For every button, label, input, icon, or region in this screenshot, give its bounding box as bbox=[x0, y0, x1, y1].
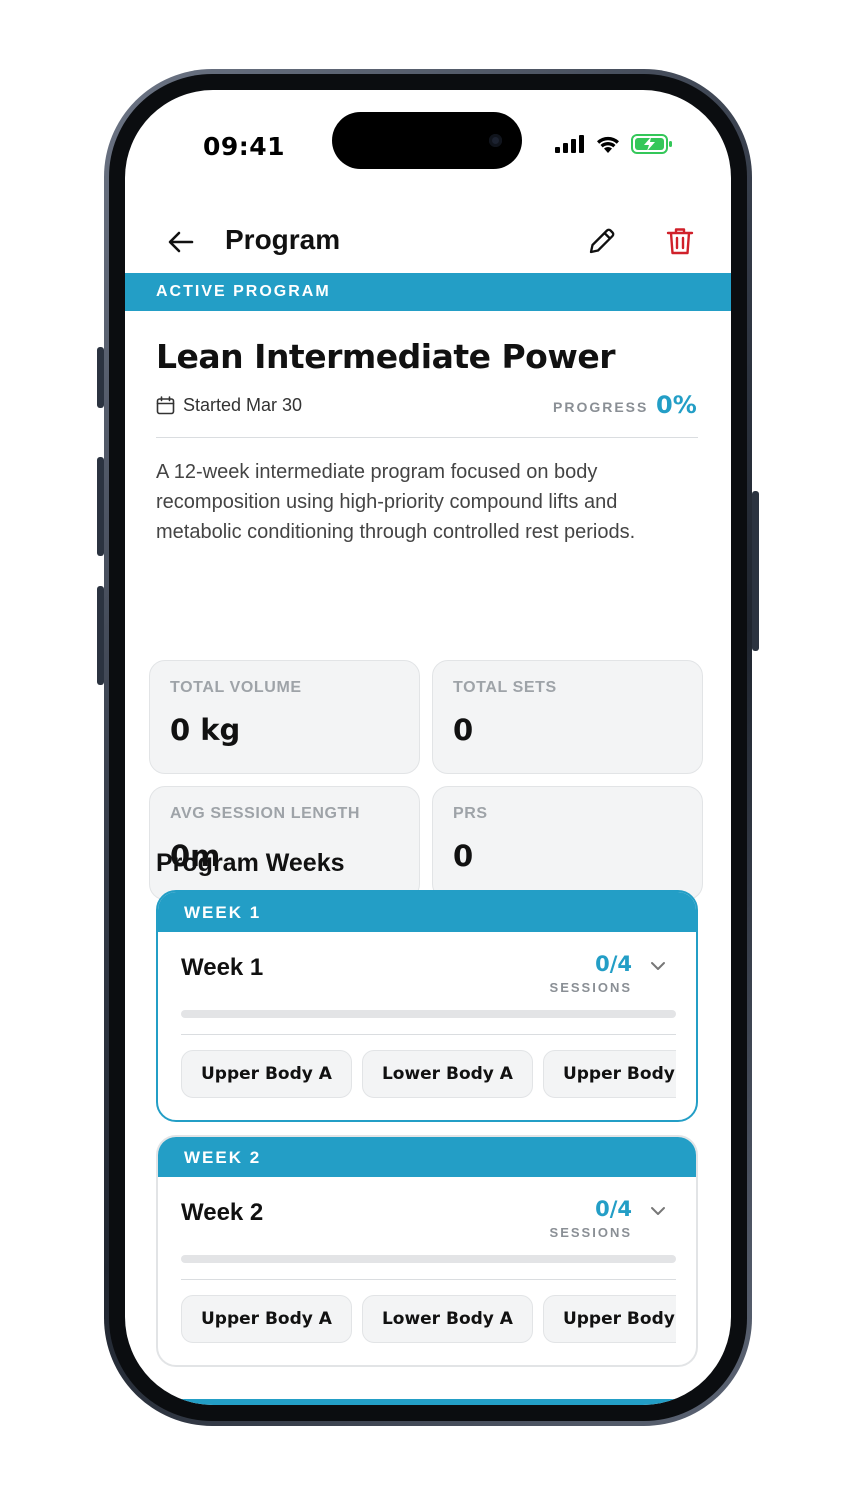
session-chip[interactable]: Upper Body A bbox=[181, 1295, 352, 1343]
phone-frame: 09:41 Program ACTIVE PROGRAM Lean Interm… bbox=[104, 69, 752, 1426]
next-week-card-edge bbox=[156, 1399, 698, 1405]
week-body: Week 2 0/4 SESSIONS Upper Body A Lower Bo… bbox=[158, 1177, 696, 1365]
camera-dot bbox=[489, 134, 502, 147]
chevron-down-icon[interactable] bbox=[648, 956, 668, 976]
active-program-banner: ACTIVE PROGRAM bbox=[125, 273, 731, 311]
dynamic-island bbox=[332, 112, 522, 169]
session-chip[interactable]: Upper Body B bbox=[542, 1050, 676, 1098]
stat-card-total-sets: TOTAL SETS 0 bbox=[432, 660, 703, 774]
session-chip[interactable]: Lower Body A bbox=[361, 1050, 533, 1098]
volume-up-button bbox=[97, 457, 104, 556]
status-time: 09:41 bbox=[203, 132, 286, 161]
stat-value: 0 bbox=[453, 713, 474, 747]
progress-label: PROGRESS bbox=[553, 399, 649, 415]
power-button bbox=[752, 491, 759, 651]
trash-delete-icon[interactable] bbox=[663, 224, 697, 258]
chevron-down-icon[interactable] bbox=[648, 1201, 668, 1221]
divider bbox=[156, 437, 698, 438]
week-progress-bar bbox=[181, 1255, 676, 1263]
stat-label: TOTAL VOLUME bbox=[170, 679, 302, 696]
session-chip[interactable]: Upper Body B bbox=[542, 1295, 676, 1343]
back-arrow-icon[interactable] bbox=[165, 226, 197, 258]
battery-charging-icon bbox=[631, 134, 672, 154]
cellular-signal-icon bbox=[555, 135, 584, 153]
session-chips: Upper Body ALower Body AUpper Body B bbox=[181, 1050, 676, 1100]
calendar-icon bbox=[156, 396, 175, 415]
stat-label: PRS bbox=[453, 805, 488, 822]
stat-value: 0 kg bbox=[170, 713, 241, 747]
page-title: Program bbox=[225, 224, 341, 255]
pencil-edit-icon[interactable] bbox=[585, 224, 619, 258]
week-sessions-label: SESSIONS bbox=[549, 980, 632, 995]
started-date: Started Mar 30 bbox=[183, 395, 303, 415]
divider bbox=[181, 1034, 676, 1035]
app-header: Program bbox=[125, 196, 731, 272]
session-chip[interactable]: Upper Body A bbox=[181, 1050, 352, 1098]
week-title: Week 1 bbox=[181, 954, 264, 981]
stat-card-prs: PRS 0 bbox=[432, 786, 703, 900]
volume-down-button bbox=[97, 586, 104, 685]
action-button bbox=[97, 347, 104, 408]
week-card[interactable]: WEEK 2 Week 2 0/4 SESSIONS Upper Body AL… bbox=[156, 1135, 698, 1367]
week-progress-bar bbox=[181, 1010, 676, 1018]
week-header: WEEK 2 bbox=[158, 1137, 696, 1177]
session-chip[interactable]: Lower Body A bbox=[361, 1295, 533, 1343]
screen: 09:41 Program ACTIVE PROGRAM Lean Interm… bbox=[125, 90, 731, 1405]
stat-label: TOTAL SETS bbox=[453, 679, 557, 696]
week-body: Week 1 0/4 SESSIONS Upper Body A Lower Bo… bbox=[158, 932, 696, 1120]
week-header: WEEK 1 bbox=[158, 892, 696, 932]
stat-card-total-volume: TOTAL VOLUME 0 kg bbox=[149, 660, 420, 774]
wifi-icon bbox=[597, 136, 619, 153]
stat-card-avg-session-length: AVG SESSION LENGTH 0m bbox=[149, 786, 420, 900]
progress-value: 0% bbox=[656, 391, 697, 419]
program-description: A 12-week intermediate program focused o… bbox=[156, 461, 636, 543]
week-session-count: 0/4 bbox=[595, 1197, 632, 1221]
stat-label: AVG SESSION LENGTH bbox=[170, 805, 361, 822]
stat-value: 0 bbox=[453, 839, 474, 873]
week-sessions-label: SESSIONS bbox=[549, 1225, 632, 1240]
program-weeks-title: Program Weeks bbox=[156, 849, 345, 877]
week-card[interactable]: WEEK 1 Week 1 0/4 SESSIONS Upper Body AL… bbox=[156, 890, 698, 1122]
week-title: Week 2 bbox=[181, 1199, 264, 1226]
phone-bezel: 09:41 Program ACTIVE PROGRAM Lean Interm… bbox=[109, 74, 747, 1421]
session-chips: Upper Body ALower Body AUpper Body B bbox=[181, 1295, 676, 1345]
started-row: Started Mar 30 bbox=[156, 395, 302, 416]
week-session-count: 0/4 bbox=[595, 952, 632, 976]
divider bbox=[181, 1279, 676, 1280]
program-name: Lean Intermediate Power bbox=[156, 337, 615, 376]
status-icons bbox=[555, 134, 673, 154]
